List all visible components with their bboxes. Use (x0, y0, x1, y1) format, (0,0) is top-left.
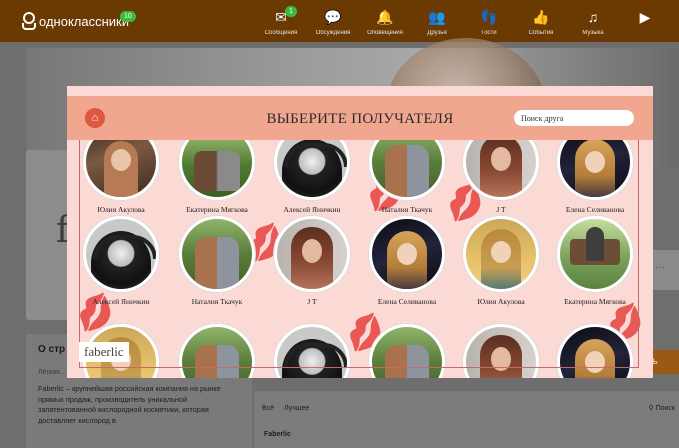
tab-all[interactable]: Всё (262, 405, 274, 412)
site-name: одноклассники (39, 13, 129, 29)
post-author[interactable]: Faberlic (264, 431, 291, 438)
feed-panel: Всё Лучшее ⚲ Поиск Faberlic (254, 391, 679, 448)
discussions-icon: 💬 (324, 9, 342, 25)
top-nav: ✉ Сообщения 1 💬 Обсуждения 🔔 Оповещения 👥 Друзья… (255, 6, 679, 36)
friends-icon: 👥 (428, 9, 446, 25)
search-icon: ⚲ (648, 405, 656, 412)
nav-label: Сообщения (264, 30, 298, 36)
recipient-modal: 💋 💋 💋 💋 💋 💋 💋 Юлия АкуловаЕкатерина Мягк… (67, 86, 653, 378)
envelope-icon: ✉ (275, 9, 287, 25)
nav-item-2[interactable]: 🔔 Оповещения (359, 8, 411, 36)
nav-item-1[interactable]: 💬 Обсуждения (307, 8, 359, 36)
nav-label: Гости (481, 30, 497, 36)
feed-search-label: Поиск (655, 405, 675, 412)
site-logo[interactable]: одноклассники (20, 12, 129, 30)
about-description: Faberlic – крупнейшая российская компани… (38, 384, 221, 425)
nav-label: Музыка (582, 30, 604, 36)
nav-item-4[interactable]: 👣 Гости (463, 8, 515, 36)
nav-item-0[interactable]: ✉ Сообщения 1 (255, 6, 307, 36)
video-icon: 🎥 (671, 8, 679, 26)
feed-search[interactable]: ⚲ Поиск (649, 404, 675, 412)
bell-icon: 🔔 (376, 9, 394, 25)
guests-icon: 👣 (480, 9, 498, 25)
friend-search-input[interactable] (514, 110, 634, 126)
nav-badge: 1 (285, 6, 297, 17)
tab-best[interactable]: Лучшее (284, 405, 309, 412)
nav-label: Оповещения (367, 30, 403, 36)
nav-label: Обсуждения (315, 30, 351, 36)
events-icon: 👍 (532, 9, 550, 25)
nav-label: События (528, 30, 554, 36)
nav-item-8[interactable]: 🎥 Видео (671, 8, 679, 36)
nav-item-3[interactable]: 👥 Друзья (411, 8, 463, 36)
nav-item-7[interactable]: ▶ (619, 8, 671, 36)
nav-label: Видео (671, 30, 679, 36)
ok-logo-icon (20, 12, 36, 30)
play-icon: ▶ (639, 9, 651, 25)
nav-item-6[interactable]: ♫ Музыка (567, 8, 619, 36)
top-bar: одноклассники 10 ✉ Сообщения 1 💬 Обсуждения 🔔… (0, 0, 679, 42)
music-icon: ♫ (587, 9, 599, 25)
nav-item-5[interactable]: 👍 События (515, 8, 567, 36)
logo-badge: 10 (120, 11, 136, 22)
more-button[interactable]: ··· (655, 262, 665, 273)
faberlic-logo: faberlic (79, 342, 129, 362)
nav-label: Друзья (427, 30, 447, 36)
